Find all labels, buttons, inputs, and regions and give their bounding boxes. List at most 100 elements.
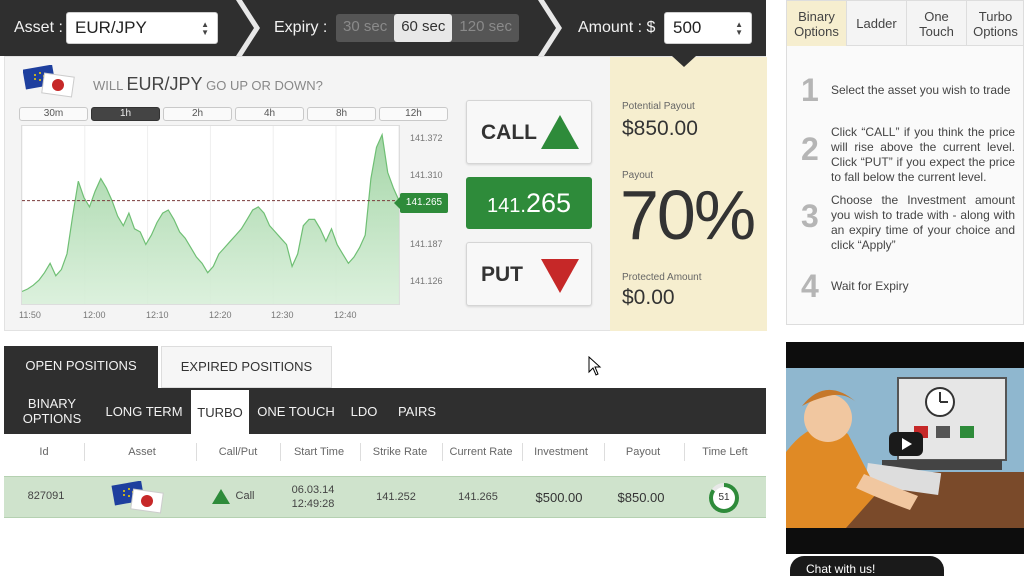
- step-text: Choose the Investment amount you wish to…: [831, 193, 1015, 252]
- timeframe-2h-button[interactable]: 2h: [163, 107, 232, 121]
- arrow-up-icon: [212, 489, 230, 504]
- tab-pairs[interactable]: PAIRS: [394, 388, 440, 434]
- put-label: PUT: [481, 263, 523, 286]
- column-divider: [684, 443, 685, 461]
- column-header: Strike Rate: [372, 446, 428, 458]
- trade-panel: WILL EUR/JPY GO UP OR DOWN? 30m 1h 2h 4h…: [4, 56, 767, 331]
- tab-one-touch-sidebar[interactable]: One Touch: [907, 1, 967, 46]
- expiry-30sec-button[interactable]: 30 sec: [336, 14, 394, 42]
- y-tick-label: 141.187: [410, 239, 443, 249]
- protected-amount-label: Protected Amount: [622, 272, 702, 283]
- expiry-label: Expiry :: [274, 19, 328, 36]
- timeframe-30m-button[interactable]: 30m: [19, 107, 88, 121]
- timeframe-12h-button[interactable]: 12h: [379, 107, 448, 121]
- amount-select-value: 500: [673, 18, 702, 37]
- tab-one-touch[interactable]: ONE TOUCH: [256, 388, 336, 434]
- column-divider: [360, 443, 361, 461]
- step-number: 2: [801, 131, 819, 167]
- x-tick-label: 12:20: [209, 310, 232, 320]
- column-divider: [522, 443, 523, 461]
- expiry-60sec-button[interactable]: 60 sec: [394, 14, 453, 42]
- column-header: Asset: [128, 446, 156, 458]
- select-arrows-icon: ▲ ▼: [735, 20, 743, 37]
- tab-expired-positions[interactable]: EXPIRED POSITIONS: [161, 346, 332, 388]
- question-asset: EUR/JPY: [126, 74, 203, 94]
- x-tick-label: 12:30: [271, 310, 294, 320]
- investment-value: $500.00: [535, 490, 583, 505]
- column-divider: [442, 443, 443, 461]
- play-button[interactable]: [889, 432, 923, 456]
- call-button[interactable]: CALL: [466, 100, 592, 164]
- amount-segment: Amount : $: [578, 0, 655, 56]
- eur-jpy-flag-icon: [23, 65, 75, 98]
- step-number: 3: [801, 198, 819, 234]
- column-header: Call/Put: [218, 446, 258, 458]
- asset-label: Asset :: [14, 19, 63, 36]
- option-type-tabs: Binary Options Ladder One Touch Turbo Op…: [786, 0, 1024, 46]
- step-number: 1: [801, 72, 819, 108]
- call-put-value: Call: [235, 490, 255, 502]
- step-text: Select the asset you wish to trade: [831, 83, 1011, 97]
- eur-jpy-flag-icon: [111, 481, 164, 514]
- tab-ladder[interactable]: Ladder: [847, 1, 907, 46]
- position-id: 827091: [27, 490, 65, 502]
- y-tick-label: 141.372: [410, 133, 443, 143]
- segment-divider: [236, 0, 260, 56]
- rate-prefix: 141.: [487, 195, 526, 217]
- how-to-trade-panel: 1 Select the asset you wish to trade 2 C…: [786, 46, 1024, 325]
- mouse-cursor-icon: [588, 356, 602, 376]
- expiry-segment: Expiry :: [274, 0, 327, 56]
- expiry-120sec-button[interactable]: 120 sec: [452, 14, 519, 42]
- put-button[interactable]: PUT: [466, 242, 592, 306]
- payout-percent: 70%: [620, 176, 756, 254]
- protected-amount-value: $0.00: [622, 286, 675, 309]
- y-tick-label: 141.310: [410, 170, 443, 180]
- payout-notch: [672, 56, 696, 67]
- step-number: 4: [801, 268, 819, 304]
- tab-open-positions[interactable]: OPEN POSITIONS: [4, 346, 158, 388]
- column-divider: [604, 443, 605, 461]
- column-divider: [280, 443, 281, 461]
- start-time: 12:49:28: [291, 498, 335, 510]
- time-left-value: 51: [713, 487, 735, 509]
- expiry-options: 30 sec 60 sec 120 sec: [336, 14, 519, 42]
- table-row[interactable]: 827091 Call 06.03.14 12:49:28 141.252 14…: [4, 476, 766, 518]
- column-header: Investment: [534, 446, 588, 458]
- tab-binary-options[interactable]: BINARY OPTIONS: [22, 388, 82, 434]
- timeframe-8h-button[interactable]: 8h: [307, 107, 376, 121]
- column-header: Start Time: [293, 446, 345, 458]
- timeframe-4h-button[interactable]: 4h: [235, 107, 304, 121]
- question-prefix: WILL: [93, 78, 123, 93]
- price-chart-plot: [21, 126, 400, 304]
- option-type-bar: BINARY OPTIONS LONG TERM TURBO ONE TOUCH…: [4, 388, 766, 434]
- tab-ldo[interactable]: LDO: [346, 388, 382, 434]
- play-icon: [902, 438, 912, 450]
- trade-toolbar: Asset : EUR/JPY ▲ ▼ Expiry : 30 sec 60 se…: [0, 0, 766, 56]
- current-price-tag: 141.265: [394, 193, 448, 213]
- y-tick-label: 141.126: [410, 276, 443, 286]
- column-header: Payout: [625, 446, 661, 458]
- x-tick-label: 12:00: [83, 310, 106, 320]
- arrow-up-icon: [541, 115, 579, 149]
- rate-main: 265: [525, 188, 571, 218]
- step-text: Click “CALL” if you think the price will…: [831, 125, 1015, 184]
- column-header: Time Left: [702, 446, 748, 458]
- x-tick-label: 11:50: [19, 310, 41, 320]
- segment-divider: [538, 0, 562, 56]
- arrow-down-icon: [541, 259, 579, 293]
- potential-payout-value: $850.00: [622, 117, 698, 140]
- tab-turbo[interactable]: TURBO: [191, 388, 249, 434]
- amount-select[interactable]: 500 ▲ ▼: [664, 12, 752, 44]
- tab-turbo-options[interactable]: Turbo Options: [967, 1, 1024, 46]
- chat-button[interactable]: Chat with us!: [790, 556, 944, 576]
- asset-segment: Asset :: [14, 0, 63, 56]
- tab-long-term[interactable]: LONG TERM: [104, 388, 184, 434]
- tutorial-video[interactable]: [786, 342, 1024, 554]
- asset-select[interactable]: EUR/JPY ▲ ▼: [66, 12, 218, 44]
- timeframe-1h-button[interactable]: 1h: [91, 107, 160, 121]
- start-date: 06.03.14: [291, 484, 335, 496]
- tab-binary-options-sidebar[interactable]: Binary Options: [787, 1, 847, 46]
- question-suffix: GO UP OR DOWN?: [206, 78, 323, 93]
- potential-payout-label: Potential Payout: [622, 101, 695, 112]
- step-text: Wait for Expiry: [831, 279, 909, 293]
